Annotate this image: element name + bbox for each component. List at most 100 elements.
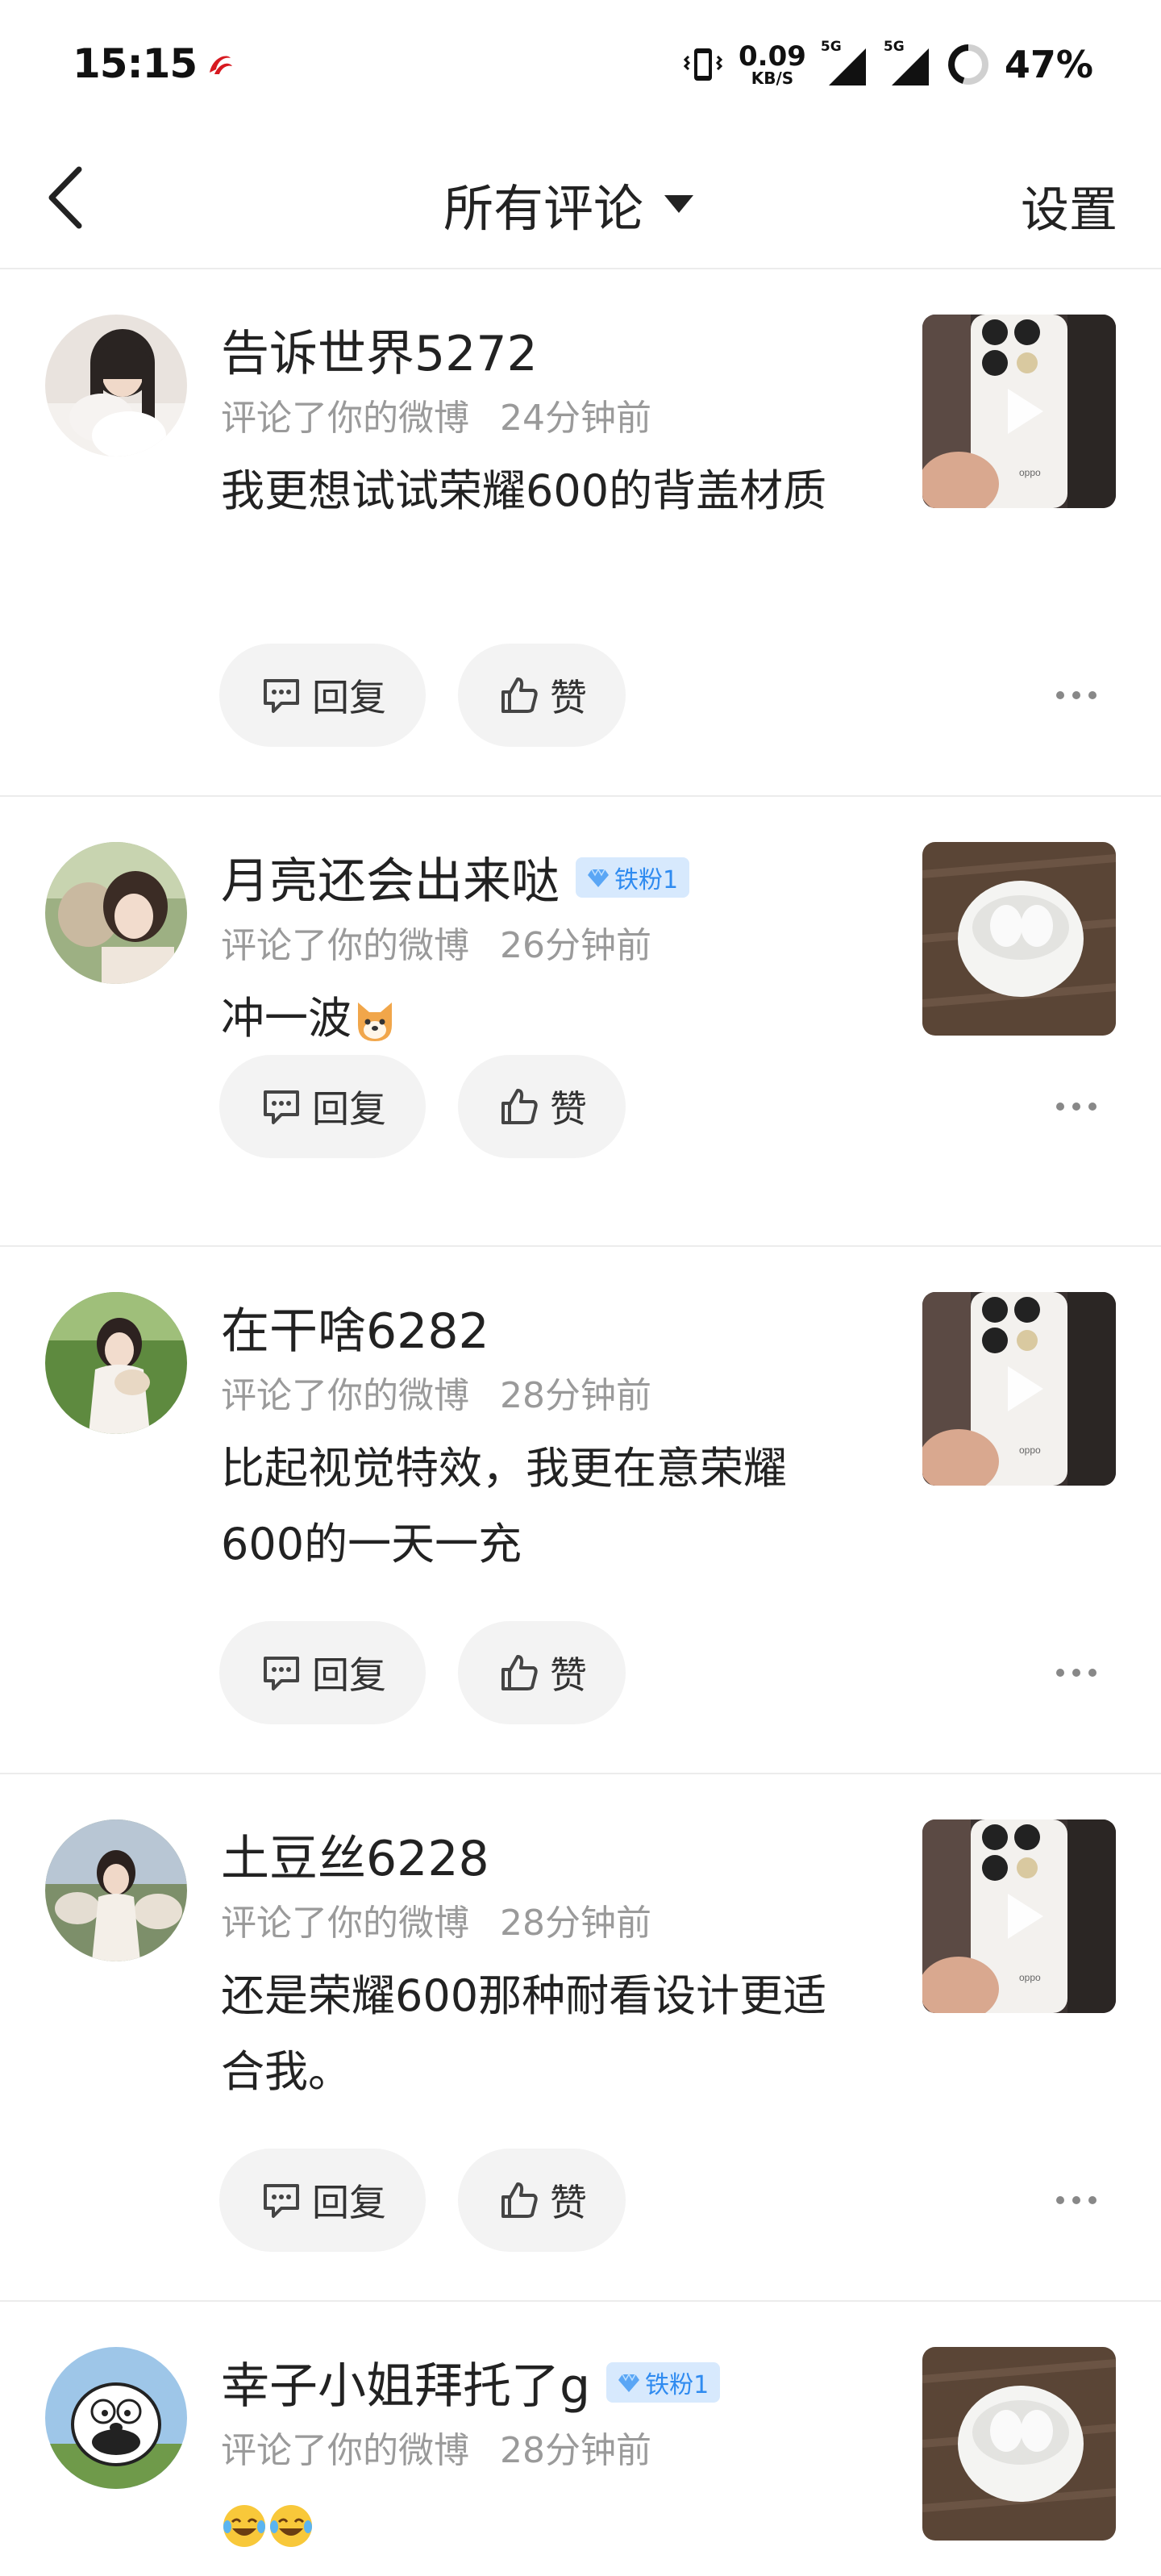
like-button[interactable]: 赞 [458,2149,626,2252]
reply-button[interactable]: 回复 [219,2149,426,2252]
svg-text:oppo: oppo [1019,1972,1041,1983]
more-options-icon[interactable] [1056,1665,1096,1681]
avatar[interactable] [45,315,187,456]
diamond-icon [588,867,609,887]
reply-label: 回复 [312,2181,386,2224]
comment-text-row [221,2486,858,2561]
svg-text:oppo: oppo [1019,467,1041,478]
comment-time: 24分钟前 [500,398,651,439]
more-options-icon[interactable] [1056,1098,1096,1115]
avatar[interactable] [45,842,187,984]
comment-action: 评论了你的微博 [221,398,469,439]
comment-filter-dropdown[interactable]: 所有评论 [443,168,695,240]
battery-percent: 47% [1004,43,1093,86]
chevron-left-icon[interactable] [40,161,89,234]
more-options-icon[interactable] [1056,2192,1096,2208]
comment-bubble-icon [264,2184,299,2218]
weibo-thumbnail[interactable] [922,842,1116,1036]
reply-button[interactable]: 回复 [219,644,426,747]
weibo-thumbnail[interactable]: oppo [922,1819,1116,2013]
page-title: 所有评论 [443,179,644,238]
comment-meta: 评论了你的微博 24分钟前 [221,389,651,440]
laughing-tears-emoji [270,2505,312,2548]
comment-item: 幸子小姐拜托了g 铁粉1 评论了你的微博 28分钟前 [0,2302,1161,2576]
comment-header: 幸子小姐拜托了g 铁粉1 [221,2347,721,2417]
comment-header: 月亮还会出来哒 铁粉1 [221,842,690,912]
username[interactable]: 土豆丝6228 [221,1819,489,1890]
dog-face-emoji [358,1002,392,1042]
fan-badge-label: 铁粉1 [614,865,679,894]
reply-label: 回复 [312,1087,386,1131]
like-label: 赞 [550,1653,587,1697]
status-time: 15:15 [73,40,198,87]
comment-text: 比起视觉特效，我更在意荣耀600的一天一充 [221,1443,787,1569]
net-speed-value: 0.09 [739,40,806,73]
signal-icon [828,48,866,85]
avatar[interactable] [45,1292,187,1434]
status-bar: 15:15 0.09 KB/S 5G 5G 47% [0,0,1161,129]
comment-actions: 回复 赞 [219,2149,626,2252]
comment-text: 还是荣耀600那种耐看设计更适合我。 [221,1970,827,2097]
vibrate-icon [683,48,723,81]
net-speed-unit: KB/S [751,69,794,88]
thumbs-up-icon [501,2182,538,2218]
thumbs-up-icon [501,1089,538,1124]
comment-header: 在干啥6282 [221,1292,489,1362]
fan-badge-label: 铁粉1 [645,2370,710,2399]
like-button[interactable]: 赞 [458,1621,626,1724]
comment-time: 28分钟前 [500,2430,651,2471]
svg-text:oppo: oppo [1019,1444,1041,1456]
settings-button[interactable]: 设置 [1021,171,1117,241]
avatar[interactable] [45,1819,187,1961]
weibo-thumbnail[interactable] [922,2347,1116,2541]
comment-text: 我更想试试荣耀600的背盖材质 [221,465,827,516]
username[interactable]: 在干啥6282 [221,1292,489,1362]
airline-logo-icon [210,56,232,74]
diamond-icon [618,2372,640,2392]
reply-button[interactable]: 回复 [219,1621,426,1724]
thumbs-up-icon [501,1655,538,1690]
fan-badge: 铁粉1 [576,857,690,898]
battery-ring-icon [947,44,988,85]
thumbs-up-icon [501,677,538,713]
username[interactable]: 幸子小姐拜托了g [221,2347,590,2417]
comment-action: 评论了你的微博 [221,925,469,966]
comment-item: 在干啥6282 评论了你的微博 28分钟前 比起视觉特效，我更在意荣耀600的一天… [0,1247,1161,1774]
weibo-thumbnail[interactable]: oppo [922,1292,1116,1486]
comment-bubble-icon [264,679,299,713]
comment-meta: 评论了你的微博 28分钟前 [221,1894,651,1945]
comment-actions: 回复 赞 [219,644,626,747]
comment-meta: 评论了你的微博 28分钟前 [221,1366,651,1418]
like-button[interactable]: 赞 [458,1055,626,1158]
username[interactable]: 月亮还会出来哒 [221,842,560,912]
more-options-icon[interactable] [1056,687,1096,703]
username[interactable]: 告诉世界5272 [221,315,538,385]
comment-meta: 评论了你的微博 28分钟前 [221,2421,651,2473]
comment-actions: 回复 赞 [219,1055,626,1158]
comment-list: 告诉世界5272 评论了你的微博 24分钟前 我更想试试荣耀600的背盖材质 op… [0,269,1161,2576]
weibo-thumbnail[interactable]: oppo [922,315,1116,508]
comment-bubble-icon [264,1090,299,1124]
avatar[interactable] [45,2347,187,2489]
comment-text-row: 冲一波 [221,981,858,1057]
signal-sim2: 5G [884,39,932,87]
status-indicators: 0.09 KB/S 5G 5G 47% [682,35,1093,94]
comment-item: 月亮还会出来哒 铁粉1 评论了你的微博 26分钟前 冲一波 回复 赞 [0,797,1161,1247]
comment-actions: 回复 赞 [219,1621,626,1724]
comment-action: 评论了你的微博 [221,1375,469,1416]
comment-meta: 评论了你的微博 26分钟前 [221,916,651,968]
comment-time: 28分钟前 [500,1375,651,1416]
net-speed: 0.09 KB/S [739,43,806,86]
fan-badge: 铁粉1 [606,2361,721,2403]
comment-time: 26分钟前 [500,925,651,966]
reply-button[interactable]: 回复 [219,1055,426,1158]
signal-sim1: 5G [821,39,869,87]
comment-item: 土豆丝6228 评论了你的微博 28分钟前 还是荣耀600那种耐看设计更适合我。 … [0,1774,1161,2302]
like-label: 赞 [550,676,587,719]
comment-time: 28分钟前 [500,1903,651,1944]
comment-action: 评论了你的微博 [221,2430,469,2471]
reply-label: 回复 [312,676,386,719]
comment-text: 冲一波 [221,993,352,1044]
signal-icon [891,48,929,85]
like-button[interactable]: 赞 [458,644,626,747]
